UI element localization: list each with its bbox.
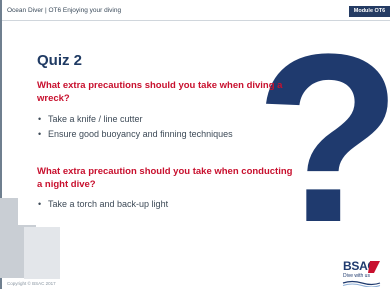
answer-text: Take a torch and back-up light [48,199,169,209]
lesson-name: OT6 Enjoying your diving [48,7,122,14]
bullet-icon: • [38,114,42,124]
answer-text: Ensure good buoyancy and finning techniq… [48,128,233,139]
list-item: • Ensure good buoyancy and finning techn… [37,129,277,141]
course-name: Ocean Diver [7,7,44,14]
diver-flag-icon [342,261,381,287]
logo-tagline: Dive with us [343,273,370,279]
list-item: • Take a knife / line cutter [37,114,277,126]
decorative-block [24,227,60,279]
copyright-text: Copyright © BSAC 2017 [7,281,56,286]
bullet-icon: • [38,199,42,209]
header-separator: | [44,7,47,14]
bullet-icon: • [38,128,42,139]
question-1: What extra precautions should you take w… [37,80,283,104]
slide: Ocean Diver | OT6 Enjoying your diving M… [0,0,390,289]
answer-list-2: • Take a torch and back-up light [37,199,277,214]
list-item: • Take a torch and back-up light [37,199,277,211]
question-2: What extra precaution should you take wh… [37,166,293,190]
bsac-logo: BSAC Dive with us [340,257,384,287]
answer-text: Take a knife / line cutter [48,114,143,124]
answer-list-1: • Take a knife / line cutter • Ensure go… [37,114,277,143]
header-breadcrumb: Ocean Diver | OT6 Enjoying your diving [7,7,121,14]
slide-title: Quiz 2 [37,52,83,69]
